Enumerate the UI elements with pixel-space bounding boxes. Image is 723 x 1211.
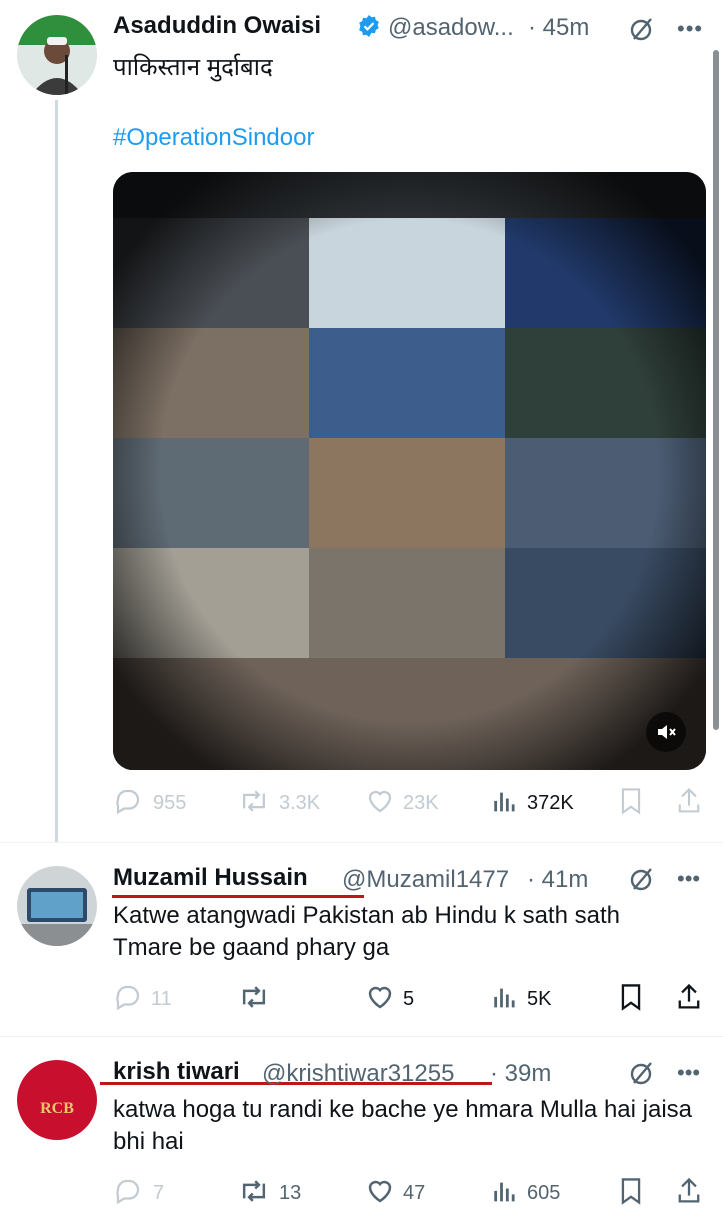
reply-icon [116, 789, 140, 815]
verified-badge-icon [357, 14, 381, 38]
bookmark-button[interactable] [617, 1176, 645, 1211]
repost-count: 13 [279, 1182, 302, 1204]
views-count: 605 [527, 1182, 561, 1204]
heart-icon [368, 986, 392, 1009]
tweet-text: katwa hoga tu randi ke bache ye hmara Mu… [113, 1096, 692, 1155]
thread-line [55, 100, 58, 842]
views-count: 372K [527, 792, 574, 814]
reply-count: 7 [153, 1182, 165, 1204]
grok-icon[interactable] [629, 866, 655, 892]
views-button[interactable] [491, 788, 519, 821]
share-icon [678, 983, 700, 1009]
grok-icon[interactable] [629, 16, 655, 42]
video-media[interactable] [113, 172, 706, 770]
heart-icon [368, 1180, 392, 1203]
rcb-logo-text: RCB [40, 1100, 74, 1117]
repost-button[interactable] [238, 786, 270, 821]
views-button[interactable] [491, 984, 519, 1017]
share-icon [678, 787, 700, 813]
avatar[interactable]: RCB [17, 1060, 97, 1140]
views-button[interactable] [491, 1178, 519, 1211]
more-options-icon[interactable]: ••• [677, 1060, 700, 1086]
repost-button[interactable] [238, 1176, 270, 1211]
repost-count: 3.3K [279, 792, 321, 814]
avatar[interactable] [17, 15, 97, 95]
annotation-underline [112, 895, 364, 898]
more-options-icon[interactable]: ••• [677, 16, 703, 42]
tweet-text: पाकिस्तान मुर्दाबाद [113, 54, 273, 81]
bookmark-icon [621, 788, 641, 815]
like-count: 23K [403, 792, 439, 814]
scrollbar[interactable] [713, 50, 719, 730]
reply-button[interactable] [113, 1176, 143, 1211]
avatar[interactable] [17, 866, 97, 946]
reply-button[interactable] [113, 786, 143, 821]
like-button[interactable] [365, 786, 395, 821]
bookmark-icon [621, 1178, 641, 1205]
repost-icon [242, 986, 266, 1008]
action-bar: 11 5 5K [113, 982, 706, 1016]
tweet-text: Katwe atangwadi Pakistan ab Hindu k sath… [113, 902, 620, 961]
reply-button[interactable] [113, 982, 143, 1017]
heart-icon [368, 790, 392, 813]
grok-icon[interactable] [629, 1060, 655, 1086]
more-options-icon[interactable]: ••• [677, 866, 700, 892]
share-button[interactable] [675, 1176, 703, 1211]
divider [0, 1036, 723, 1037]
author-handle[interactable]: @Muzamil1477 [342, 866, 509, 894]
repost-icon [242, 1180, 266, 1202]
like-count: 47 [403, 1182, 426, 1204]
views-icon [494, 792, 515, 812]
author-name[interactable]: Asaduddin Owaisi [113, 12, 321, 40]
reply-count: 955 [153, 792, 187, 814]
mute-button[interactable] [646, 712, 686, 752]
author-name[interactable]: Muzamil Hussain [113, 864, 308, 892]
speaker-muted-icon [658, 725, 676, 739]
action-bar: 955 3.3K 23K 372K [113, 786, 706, 820]
share-button[interactable] [675, 786, 703, 821]
vignette [113, 172, 706, 770]
action-bar: 7 13 47 605 [113, 1176, 706, 1210]
timestamp[interactable]: · 39m [490, 1060, 551, 1088]
divider [0, 842, 723, 843]
hashtag-link[interactable]: #OperationSindoor [113, 124, 314, 152]
share-button[interactable] [675, 982, 703, 1017]
views-count: 5K [527, 988, 552, 1010]
author-handle[interactable]: @asadow... [388, 14, 514, 42]
timestamp[interactable]: · 45m [528, 14, 589, 42]
timestamp[interactable]: · 41m [527, 866, 588, 894]
bookmark-button[interactable] [617, 786, 645, 821]
reply-icon [116, 985, 140, 1011]
share-icon [678, 1177, 700, 1203]
like-button[interactable] [365, 1176, 395, 1211]
views-icon [494, 988, 515, 1008]
author-handle[interactable]: @krishtiwar31255 [262, 1060, 454, 1088]
reply-icon [116, 1179, 140, 1205]
repost-button[interactable] [238, 982, 270, 1017]
like-button[interactable] [365, 982, 395, 1017]
views-icon [494, 1182, 515, 1202]
repost-icon [243, 790, 265, 812]
like-count: 5 [403, 988, 415, 1010]
bookmark-button[interactable] [617, 982, 645, 1017]
reply-count: 11 [151, 988, 172, 1010]
bookmark-icon [621, 984, 641, 1011]
